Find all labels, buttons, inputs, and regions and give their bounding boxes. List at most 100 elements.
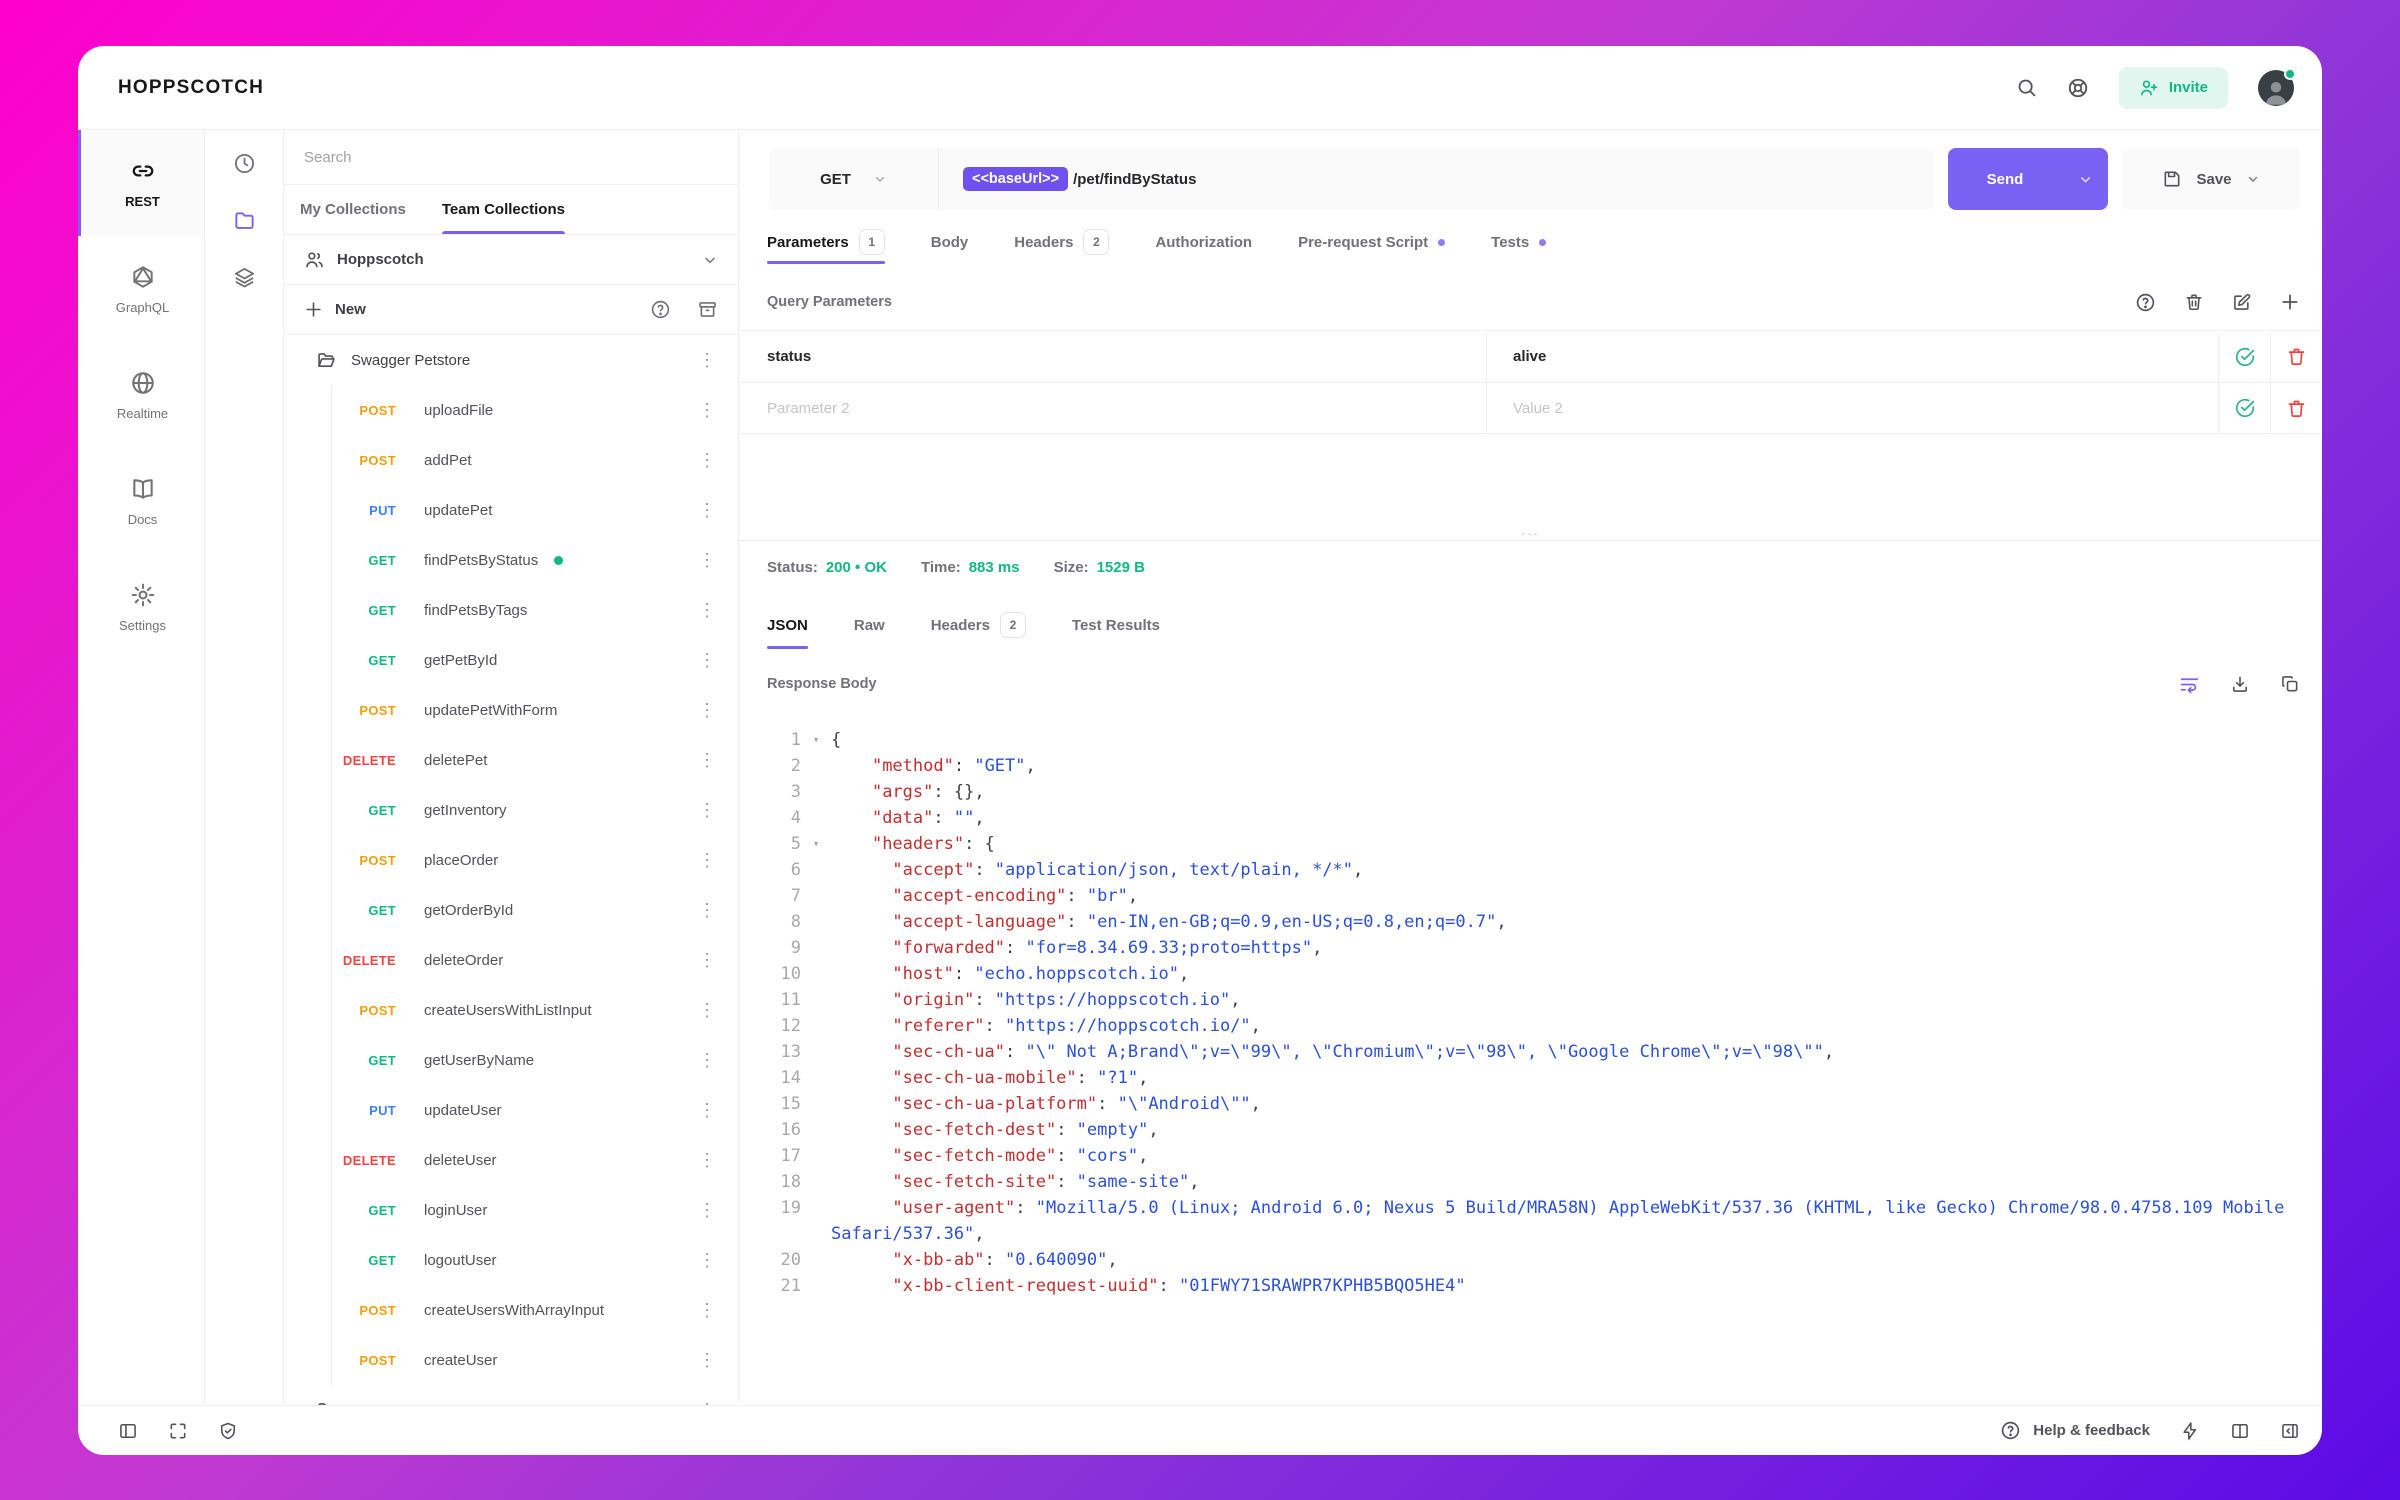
request-item[interactable]: POST updatePetWithForm ⋮ xyxy=(331,685,738,735)
sidebar-item-docs[interactable]: Docs xyxy=(78,448,204,554)
request-item[interactable]: PUT updatePet ⋮ xyxy=(331,485,738,535)
response-code-editor[interactable]: 1 ▾ { 2 "method": "GET", 3 "args": {}, 4… xyxy=(739,711,2322,1405)
param-toggle-button[interactable] xyxy=(2218,383,2270,433)
clear-all-params-button[interactable] xyxy=(2184,292,2204,312)
request-item[interactable]: DELETE deleteUser ⋮ xyxy=(331,1135,738,1185)
kebab-menu-icon[interactable]: ⋮ xyxy=(694,449,720,471)
wrap-lines-button[interactable] xyxy=(2179,674,2200,695)
help-feedback-link[interactable]: Help & feedback xyxy=(2000,1420,2150,1441)
request-item[interactable]: GET findPetsByStatus ⋮ xyxy=(331,535,738,585)
fold-toggle-icon[interactable]: ▾ xyxy=(801,831,831,857)
kebab-menu-icon[interactable]: ⋮ xyxy=(694,1099,720,1121)
request-item[interactable]: PUT updateUser ⋮ xyxy=(331,1085,738,1135)
url-input[interactable]: <<baseUrl>> /pet/findByStatus xyxy=(939,148,1934,210)
request-item[interactable]: GET getOrderById ⋮ xyxy=(331,885,738,935)
support-button[interactable] xyxy=(2067,77,2089,99)
params-help-button[interactable] xyxy=(2135,292,2156,313)
kebab-menu-icon[interactable]: ⋮ xyxy=(694,999,720,1021)
request-item[interactable]: GET logoutUser ⋮ xyxy=(331,1235,738,1285)
collections-tab-button[interactable] xyxy=(233,209,256,232)
tab-parameters[interactable]: Parameters 1 xyxy=(767,210,885,274)
tab-my-collections[interactable]: My Collections xyxy=(300,185,406,234)
collection-folder-clipped[interactable]: ⋮ xyxy=(284,1385,738,1405)
kebab-menu-icon[interactable]: ⋮ xyxy=(694,1149,720,1171)
kebab-menu-icon[interactable]: ⋮ xyxy=(694,399,720,421)
team-selector[interactable]: Hoppscotch xyxy=(284,235,738,285)
kebab-menu-icon[interactable]: ⋮ xyxy=(694,1399,720,1405)
request-item[interactable]: GET findPetsByTags ⋮ xyxy=(331,585,738,635)
bulk-edit-button[interactable] xyxy=(2232,292,2252,312)
response-tab-headers[interactable]: Headers 2 xyxy=(931,593,1026,657)
param-delete-button[interactable] xyxy=(2270,383,2322,433)
kebab-menu-icon[interactable]: ⋮ xyxy=(694,1299,720,1321)
add-param-button[interactable] xyxy=(2280,292,2300,312)
request-item[interactable]: POST createUsersWithListInput ⋮ xyxy=(331,985,738,1035)
column-layout-button[interactable] xyxy=(2230,1421,2250,1441)
search-input[interactable] xyxy=(304,148,718,166)
param-key-input[interactable]: status xyxy=(739,331,1487,382)
response-tab-test-results[interactable]: Test Results xyxy=(1072,593,1160,657)
collapse-right-panel-button[interactable] xyxy=(2280,1421,2300,1441)
request-item[interactable]: POST addPet ⋮ xyxy=(331,435,738,485)
request-item[interactable]: DELETE deletePet ⋮ xyxy=(331,735,738,785)
sidebar-item-rest[interactable]: REST xyxy=(78,130,204,236)
request-item[interactable]: POST createUser ⋮ xyxy=(331,1335,738,1385)
zen-mode-button[interactable] xyxy=(168,1421,188,1441)
fold-toggle-icon[interactable]: ▾ xyxy=(801,727,831,753)
kebab-menu-icon[interactable]: ⋮ xyxy=(694,349,720,371)
kebab-menu-icon[interactable]: ⋮ xyxy=(694,599,720,621)
toggle-sidebar-button[interactable] xyxy=(118,1421,138,1441)
param-toggle-button[interactable] xyxy=(2218,331,2270,382)
import-export-button[interactable] xyxy=(697,299,718,320)
kebab-menu-icon[interactable]: ⋮ xyxy=(694,699,720,721)
send-button[interactable]: Send xyxy=(1948,148,2108,210)
response-tab-json[interactable]: JSON xyxy=(767,593,808,657)
kebab-menu-icon[interactable]: ⋮ xyxy=(694,649,720,671)
global-search-button[interactable] xyxy=(2016,77,2037,98)
kebab-menu-icon[interactable]: ⋮ xyxy=(694,1249,720,1271)
collections-help-button[interactable] xyxy=(650,299,671,320)
kebab-menu-icon[interactable]: ⋮ xyxy=(694,899,720,921)
request-item[interactable]: POST placeOrder ⋮ xyxy=(331,835,738,885)
kebab-menu-icon[interactable]: ⋮ xyxy=(694,549,720,571)
response-tab-raw[interactable]: Raw xyxy=(854,593,885,657)
kebab-menu-icon[interactable]: ⋮ xyxy=(694,1049,720,1071)
kebab-menu-icon[interactable]: ⋮ xyxy=(694,799,720,821)
request-item[interactable]: DELETE deleteOrder ⋮ xyxy=(331,935,738,985)
sidebar-item-graphql[interactable]: GraphQL xyxy=(78,236,204,342)
kebab-menu-icon[interactable]: ⋮ xyxy=(694,499,720,521)
kebab-menu-icon[interactable]: ⋮ xyxy=(694,749,720,771)
tab-pre-request-script[interactable]: Pre-request Script xyxy=(1298,210,1446,274)
request-item[interactable]: GET getPetById ⋮ xyxy=(331,635,738,685)
shortcuts-button[interactable] xyxy=(2180,1421,2200,1441)
tab-authorization[interactable]: Authorization xyxy=(1155,210,1252,274)
tab-headers[interactable]: Headers 2 xyxy=(1014,210,1110,274)
save-button[interactable]: Save xyxy=(2122,148,2300,210)
new-collection-button[interactable]: New xyxy=(335,301,624,318)
param-value-input[interactable]: Value 2 xyxy=(1487,383,2218,433)
param-delete-button[interactable] xyxy=(2270,331,2322,382)
param-value-input[interactable]: alive xyxy=(1487,331,2218,382)
env-variable-pill[interactable]: <<baseUrl>> xyxy=(963,167,1069,191)
method-select[interactable]: GET xyxy=(769,148,939,210)
history-tab-button[interactable] xyxy=(233,152,256,175)
environments-tab-button[interactable] xyxy=(233,266,256,289)
request-item[interactable]: GET getUserByName ⋮ xyxy=(331,1035,738,1085)
request-item[interactable]: POST createUsersWithArrayInput ⋮ xyxy=(331,1285,738,1335)
interceptor-button[interactable] xyxy=(218,1421,238,1441)
pane-resize-handle[interactable]: ··· xyxy=(739,527,2322,541)
tab-tests[interactable]: Tests xyxy=(1491,210,1547,274)
request-item[interactable]: GET loginUser ⋮ xyxy=(331,1185,738,1235)
collection-folder[interactable]: Swagger Petstore ⋮ xyxy=(284,335,738,385)
sidebar-item-realtime[interactable]: Realtime xyxy=(78,342,204,448)
request-item[interactable]: GET getInventory ⋮ xyxy=(331,785,738,835)
copy-response-button[interactable] xyxy=(2280,674,2300,694)
kebab-menu-icon[interactable]: ⋮ xyxy=(694,1349,720,1371)
param-key-input[interactable]: Parameter 2 xyxy=(739,383,1487,433)
download-response-button[interactable] xyxy=(2230,674,2250,694)
drag-grip-icon[interactable]: ··· xyxy=(1521,527,1540,540)
request-item[interactable]: POST uploadFile ⋮ xyxy=(331,385,738,435)
kebab-menu-icon[interactable]: ⋮ xyxy=(694,849,720,871)
tab-body[interactable]: Body xyxy=(931,210,969,274)
kebab-menu-icon[interactable]: ⋮ xyxy=(694,949,720,971)
